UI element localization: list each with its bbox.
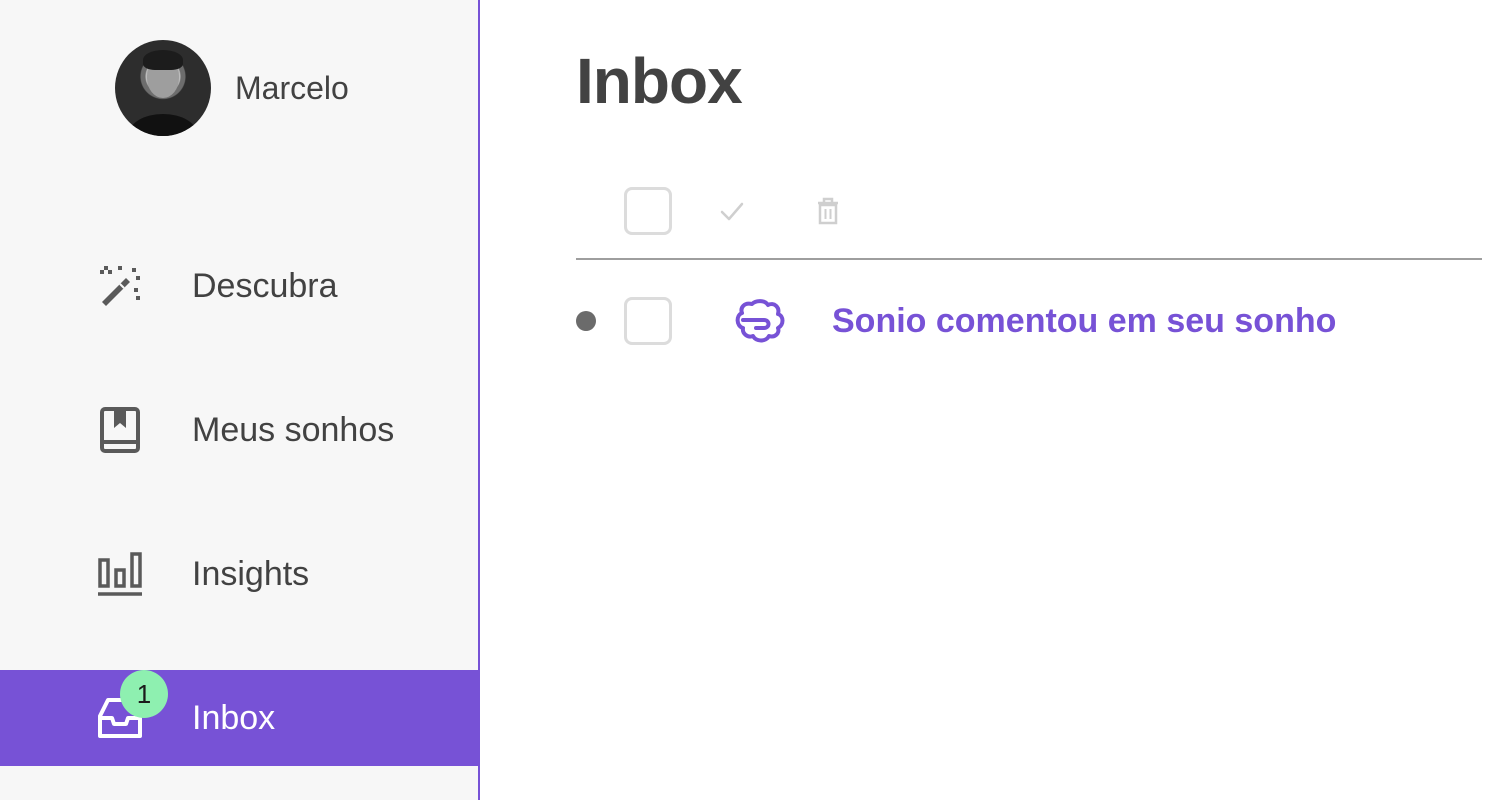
app: Marcelo Descubra Meus sonhos Insights 1 … xyxy=(0,0,1498,800)
user-profile[interactable]: Marcelo xyxy=(115,40,349,136)
select-all-checkbox[interactable] xyxy=(624,187,672,235)
avatar[interactable] xyxy=(115,40,211,136)
user-name: Marcelo xyxy=(235,69,349,106)
avatar-hair xyxy=(143,50,183,70)
sidebar-item-label: Inbox xyxy=(192,698,276,737)
sidebar-item-label: Insights xyxy=(192,554,310,593)
avatar-shoulders xyxy=(129,114,197,136)
message-checkbox[interactable] xyxy=(624,297,672,345)
sidebar-item-descubra[interactable]: Descubra xyxy=(0,238,478,334)
message-text[interactable]: Sonio comentou em seu sonho xyxy=(832,302,1336,341)
inbox-toolbar xyxy=(576,164,1482,260)
sidebar-item-insights[interactable]: Insights xyxy=(0,526,478,622)
unread-count-badge: 1 xyxy=(120,670,168,718)
trash-icon[interactable] xyxy=(812,195,844,227)
sidebar-item-inbox[interactable]: 1 Inbox xyxy=(0,670,478,766)
unread-dot xyxy=(576,311,596,331)
sidebar-item-label: Descubra xyxy=(192,266,338,305)
mark-read-icon[interactable] xyxy=(716,195,748,227)
main-content: Inbox Sonio comentou em seu sonho xyxy=(482,0,1498,800)
sidebar: Marcelo Descubra Meus sonhos Insights 1 … xyxy=(0,0,480,800)
bookmark-book-icon xyxy=(96,406,144,454)
list-item[interactable]: Sonio comentou em seu sonho xyxy=(576,274,1482,370)
sidebar-item-label: Meus sonhos xyxy=(192,410,395,449)
brain-icon xyxy=(734,298,786,346)
sidebar-item-meus-sonhos[interactable]: Meus sonhos xyxy=(0,382,478,478)
magic-wand-icon xyxy=(96,262,144,310)
bar-chart-icon xyxy=(96,550,144,598)
page-title: Inbox xyxy=(576,45,743,117)
